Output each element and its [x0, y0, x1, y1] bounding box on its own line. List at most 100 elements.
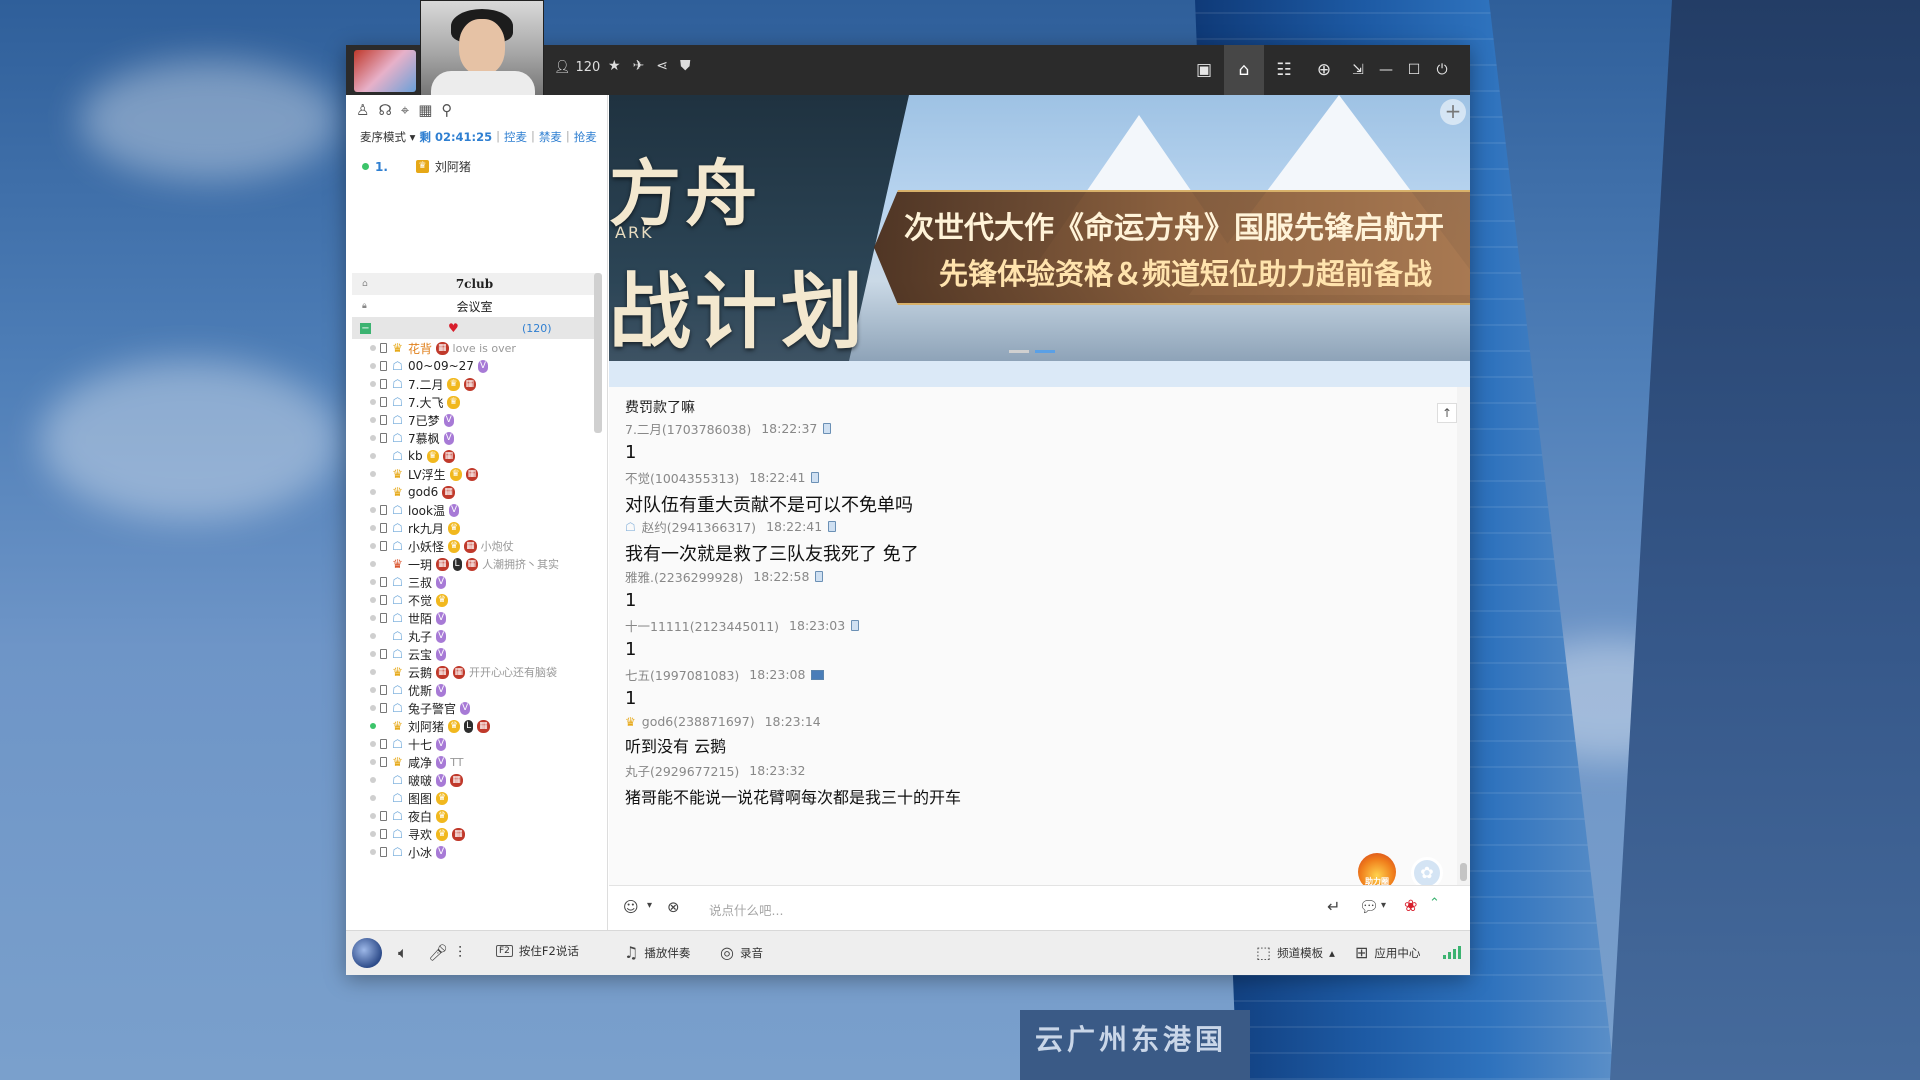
member-row[interactable]: ☖ 优斯 V — [352, 681, 597, 699]
chat-message: 雅雅.(2236299928) 18:22:58 1 — [625, 567, 824, 611]
mic-mode-dropdown[interactable]: 麦序模式 ▾ — [360, 129, 415, 145]
message-sender[interactable]: 7.二月(1703786038) — [625, 419, 751, 438]
home-icon[interactable]: ⌂ — [1224, 45, 1264, 95]
flower-icon[interactable]: ❀ — [1404, 896, 1417, 915]
maximize-icon[interactable]: ☐ — [1400, 45, 1428, 95]
equalizer-button[interactable]: ⫶ — [458, 943, 462, 963]
speaker-button[interactable]: 🔈︎ — [398, 943, 408, 963]
play-music-button[interactable]: ♫ 播放伴奏 — [624, 943, 690, 962]
message-sender[interactable]: 七五(1997081083) — [625, 665, 739, 684]
member-row[interactable]: ☖ 三叔 V — [352, 573, 597, 591]
online-count: 👤︎ 120 — [554, 60, 600, 75]
member-row[interactable]: ☖ 夜白 ♛ — [352, 807, 597, 825]
member-name: rk九月 — [408, 521, 444, 536]
status-dot — [370, 669, 376, 675]
clean-icon[interactable]: ⊗ — [667, 898, 680, 916]
app-center-button[interactable]: ⊞ 应用中心 — [1355, 943, 1420, 962]
chevron-up-icon: ▴ — [1329, 945, 1335, 960]
pager-dot[interactable] — [1009, 350, 1029, 353]
member-row[interactable]: ☖ 小妖怪 ♛ ▦ 小炮仗 — [352, 537, 597, 555]
add-icon[interactable]: + — [1440, 99, 1466, 125]
tree-current-room[interactable]: − ♥ (120) — [352, 317, 597, 339]
share-icon[interactable]: ⋖ — [656, 58, 668, 74]
pager-dot-active[interactable] — [1035, 350, 1055, 353]
message-sender[interactable]: god6(238871697) — [642, 714, 755, 729]
member-row[interactable]: ☖ 寻欢 ♛ ▦ — [352, 825, 597, 843]
collapse-icon[interactable]: − — [360, 322, 371, 334]
tree-club[interactable]: ⌂ 7club — [352, 273, 597, 295]
shield-icon[interactable]: ⛊ — [680, 58, 691, 74]
chevron-up-icon[interactable]: ⌃ — [1429, 896, 1440, 911]
location-icon[interactable]: ⌖ — [401, 101, 409, 119]
plane-icon[interactable]: ✈ — [633, 58, 645, 74]
message-sender[interactable]: 雅雅.(2236299928) — [625, 567, 743, 586]
message-sender[interactable]: 十一11111(2123445011) — [625, 616, 779, 635]
member-row[interactable]: ♛ 云鹅 ▦ ▦ 开开心心还有脑袋 — [352, 663, 597, 681]
member-row[interactable]: ☖ 兔子警官 V — [352, 699, 597, 717]
member-row[interactable]: ☖ 啵啵 V ▦ — [352, 771, 597, 789]
grab-mic-link[interactable]: 抢麦 — [574, 129, 597, 145]
tree-meeting-room[interactable]: 🔒︎ 会议室 — [352, 295, 597, 317]
emoji-icon[interactable]: ☺ — [623, 898, 639, 916]
headset-icon[interactable]: ☊ — [378, 101, 391, 119]
gamepad-icon[interactable]: ⊕ — [1304, 45, 1344, 95]
avatar[interactable] — [352, 938, 382, 968]
board-icon[interactable]: ▦ — [418, 101, 432, 119]
member-row[interactable]: ☖ 7已梦 V — [352, 411, 597, 429]
star-icon[interactable]: ★ — [608, 58, 621, 74]
member-row[interactable]: ♛ 咸净 V TT — [352, 753, 597, 771]
phone-icon — [380, 847, 387, 857]
member-list-scrollbar[interactable] — [594, 273, 602, 433]
channel-logo[interactable] — [354, 50, 416, 92]
chat-input[interactable]: 说点什么吧... — [709, 900, 783, 919]
chevron-down-icon[interactable]: ▾ — [1381, 900, 1386, 911]
member-row[interactable]: ☖ 图图 ♛ — [352, 789, 597, 807]
mic-queue-item[interactable]: 1. ♛ 刘阿猪 — [362, 158, 471, 175]
bubble-icon[interactable]: 💬︎ — [1359, 897, 1379, 916]
search-icon[interactable]: ⚲ — [441, 101, 452, 119]
webcam-preview[interactable] — [420, 0, 544, 104]
message-sender[interactable]: 丸子(2929677215) — [625, 761, 739, 780]
promo-banner[interactable]: 方舟 ARK 战计划 次世代大作《命运方舟》国服先锋启航开 先锋体验资格＆频道短… — [609, 95, 1470, 361]
member-row[interactable]: ♛ 一玥 ▦ L ▦ 人潮拥挤丶其实 — [352, 555, 597, 573]
list-icon[interactable]: ☷ — [1264, 45, 1304, 95]
chevron-down-icon[interactable]: ▾ — [647, 900, 652, 911]
enter-icon[interactable]: ↵ — [1327, 897, 1340, 916]
member-row[interactable]: ☖ 世陌 V — [352, 609, 597, 627]
member-row[interactable]: ☖ 小冰 V — [352, 843, 597, 861]
member-row[interactable]: ♛ god6 ▦ — [352, 483, 597, 501]
download-icon[interactable]: ⇲ — [1344, 45, 1372, 95]
message-sender[interactable]: 赵约(2941366317) — [642, 517, 756, 536]
member-row[interactable]: ☖ 不觉 ♛ — [352, 591, 597, 609]
push-to-talk-button[interactable]: F2 按住F2说话 — [496, 943, 579, 959]
member-row[interactable]: ♛ 刘阿猪 ♛ L ▦ — [352, 717, 597, 735]
member-row[interactable]: ♛ 花背 ▦ love is over — [352, 339, 597, 357]
member-row[interactable]: ☖ 丸子 V — [352, 627, 597, 645]
member-row[interactable]: ☖ 7.大飞 ♛ — [352, 393, 597, 411]
member-row[interactable]: ☖ 十七 V — [352, 735, 597, 753]
mic-button[interactable]: 🎤︎ — [428, 943, 448, 962]
person-icon[interactable]: ♙ — [356, 101, 369, 119]
scroll-top-icon[interactable]: ↑ — [1437, 403, 1457, 423]
status-dot — [370, 705, 376, 711]
record-button[interactable]: ◎ 录音 — [720, 943, 763, 962]
member-row[interactable]: ♛ LV浮生 ♛ ▦ — [352, 465, 597, 483]
message-sender[interactable]: 不觉(1004355313) — [625, 468, 739, 487]
power-icon[interactable]: ⏻ — [1428, 45, 1456, 95]
member-row[interactable]: ☖ 7慕枫 V — [352, 429, 597, 447]
minimize-icon[interactable]: — — [1372, 45, 1400, 95]
ctrl-mic-link[interactable]: 控麦 — [504, 129, 527, 145]
channel-template-button[interactable]: ⬚ 频道模板 ▴ — [1256, 943, 1335, 962]
chat-message: 十一11111(2123445011) 18:23:03 1 — [625, 616, 860, 660]
chat-scrollbar[interactable] — [1457, 387, 1470, 885]
member-row[interactable]: ☖ 7.二月 ♛ ▦ — [352, 375, 597, 393]
member-row[interactable]: ☖ rk九月 ♛ — [352, 519, 597, 537]
ban-mic-link[interactable]: 禁麦 — [539, 129, 562, 145]
member-row[interactable]: ☖ 云宝 V — [352, 645, 597, 663]
role-icon: ☖ — [392, 592, 403, 607]
member-row[interactable]: ☖ 00~09~27 V — [352, 357, 597, 375]
video-icon[interactable]: ▣ — [1184, 45, 1224, 95]
member-row[interactable]: ☖ kb ♛ ▦ — [352, 447, 597, 465]
queue-name: 刘阿猪 — [434, 160, 471, 174]
member-row[interactable]: ☖ look温 V — [352, 501, 597, 519]
